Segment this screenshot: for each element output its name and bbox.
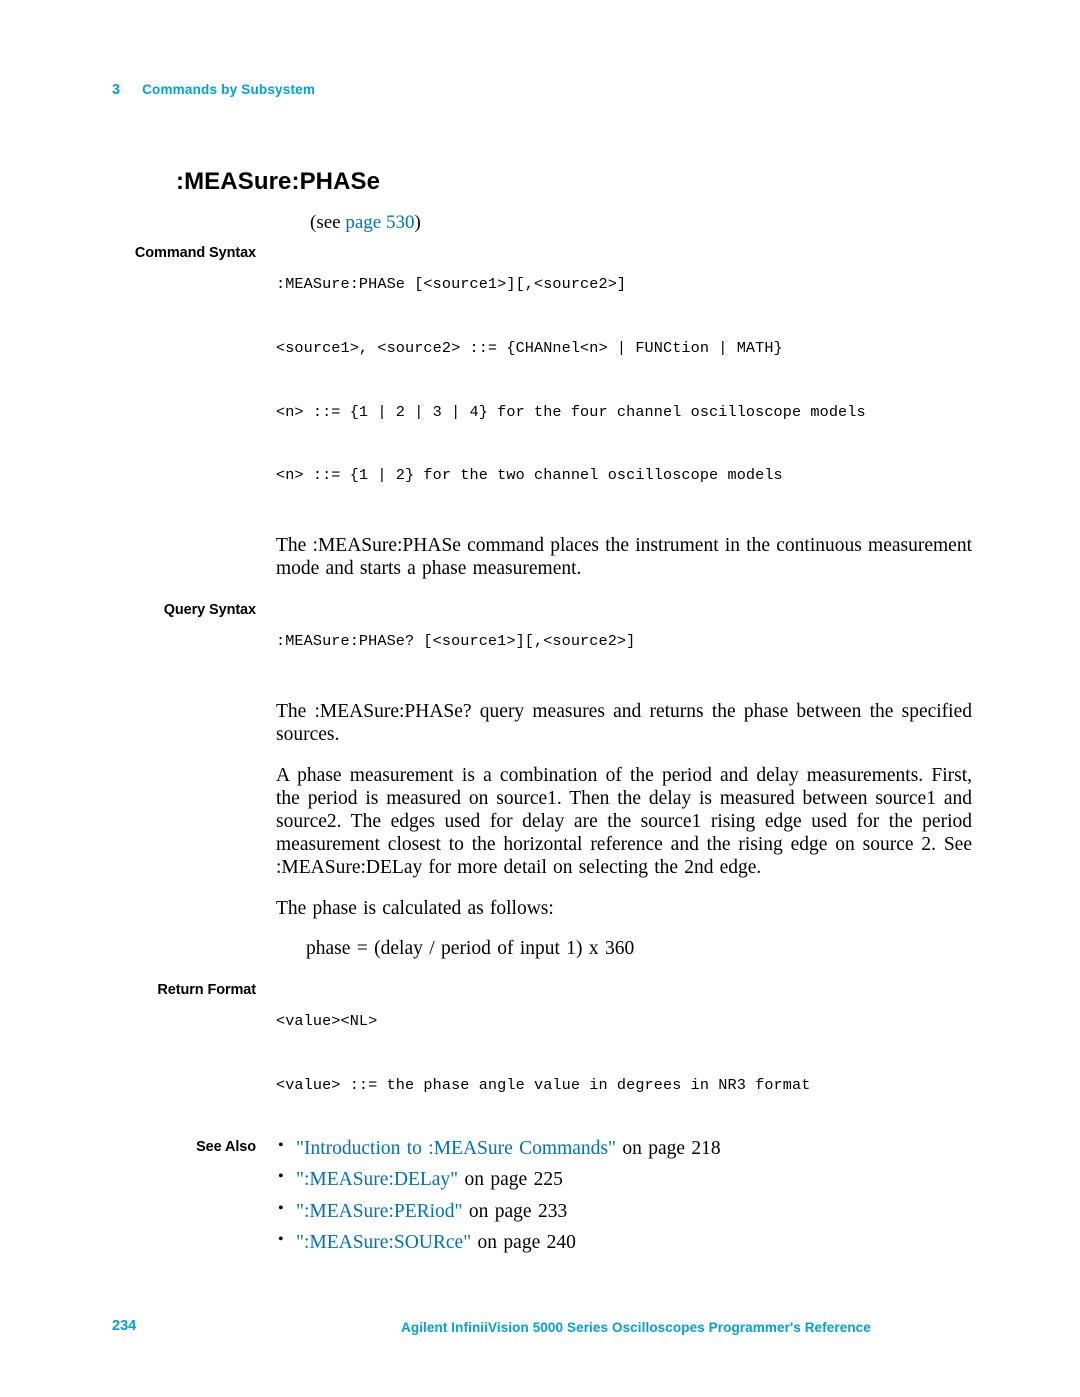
return-format-row: Return Format <value><NL> <value> ::= th… — [112, 982, 972, 1126]
see-also-link-2[interactable]: ":MEASure:PERiod" — [296, 1201, 463, 1222]
command-syntax-block: :MEASure:PHASe [<source1>][,<source2>] <… — [276, 245, 972, 516]
return-format-label: Return Format — [157, 982, 256, 999]
see-prefix: (see — [310, 212, 346, 233]
list-item[interactable]: ":MEASure:SOURce" on page 240 — [276, 1232, 972, 1254]
query-syntax-paragraph-2: A phase measurement is a combination of … — [276, 765, 972, 879]
see-suffix: ) — [414, 212, 421, 233]
document-page: 3 Commands by Subsystem :MEASure:PHASe (… — [0, 0, 1080, 1397]
query-syntax-line-1: :MEASure:PHASe? [<source1>][,<source2>] — [276, 632, 636, 651]
command-syntax-row: Command Syntax :MEASure:PHASe [<source1>… — [112, 245, 972, 580]
footer-page-number: 234 — [112, 1318, 137, 1334]
see-also-label: See Also — [196, 1138, 256, 1155]
see-page-link[interactable]: page — [345, 212, 381, 233]
page-content: (see page 530) Command Syntax :MEASure:P… — [112, 212, 972, 1265]
list-item[interactable]: "Introduction to :MEASure Commands" on p… — [276, 1137, 972, 1159]
see-also-link-3[interactable]: ":MEASure:SOURce" — [296, 1232, 471, 1253]
return-format-line-2: <value> ::= the phase angle value in deg… — [276, 1075, 811, 1094]
see-also-row: See Also "Introduction to :MEASure Comma… — [112, 1137, 972, 1265]
query-syntax-paragraph-3: The phase is calculated as follows: — [276, 898, 554, 920]
command-syntax-description: The :MEASure:PHASe command places the in… — [276, 535, 972, 580]
see-also-link-0[interactable]: "Introduction to :MEASure Commands" — [296, 1138, 616, 1159]
see-also-tail-2: on page 233 — [462, 1200, 568, 1222]
chapter-number: 3 — [112, 82, 121, 98]
command-syntax-line-4: <n> ::= {1 | 2} for the two channel osci… — [276, 466, 783, 485]
footer-title: Agilent InfiniiVision 5000 Series Oscill… — [401, 1320, 871, 1335]
command-syntax-line-3: <n> ::= {1 | 2 | 3 | 4} for the four cha… — [276, 402, 866, 421]
phase-equation: phase = (delay / period of input 1) x 36… — [306, 938, 635, 960]
command-syntax-line-1: :MEASure:PHASe [<source1>][,<source2>] — [276, 274, 627, 293]
page-title: :MEASure:PHASe — [176, 168, 381, 195]
return-format-line-1: <value><NL> — [276, 1012, 378, 1031]
command-syntax-line-2: <source1>, <source2> ::= {CHANnel<n> | F… — [276, 338, 783, 357]
see-also-tail-0: on page 218 — [615, 1137, 721, 1159]
list-item[interactable]: ":MEASure:PERiod" on page 233 — [276, 1200, 972, 1222]
query-syntax-label: Query Syntax — [163, 602, 256, 619]
see-page-line: (see page 530) — [276, 212, 972, 234]
see-also-list: "Introduction to :MEASure Commands" on p… — [276, 1137, 972, 1254]
see-also-tail-3: on page 240 — [471, 1232, 576, 1254]
query-syntax-block: :MEASure:PHASe? [<source1>][,<source2>] — [276, 602, 972, 682]
chapter-title: Commands by Subsystem — [142, 82, 316, 97]
see-also-link-1[interactable]: ":MEASure:DELay" — [296, 1169, 458, 1190]
list-item[interactable]: ":MEASure:DELay" on page 225 — [276, 1169, 972, 1191]
see-page-row: (see page 530) — [112, 212, 972, 245]
see-page-number[interactable]: 530 — [386, 212, 415, 233]
command-syntax-label: Command Syntax — [134, 245, 256, 261]
page-header: 3 Commands by Subsystem — [112, 82, 315, 98]
query-syntax-description: The :MEASure:PHASe? query measures and r… — [276, 701, 972, 746]
query-syntax-row: Query Syntax :MEASure:PHASe? [<source1>]… — [112, 602, 972, 960]
return-format-block: <value><NL> <value> ::= the phase angle … — [276, 982, 972, 1126]
see-also-tail-1: on page 225 — [458, 1169, 563, 1191]
